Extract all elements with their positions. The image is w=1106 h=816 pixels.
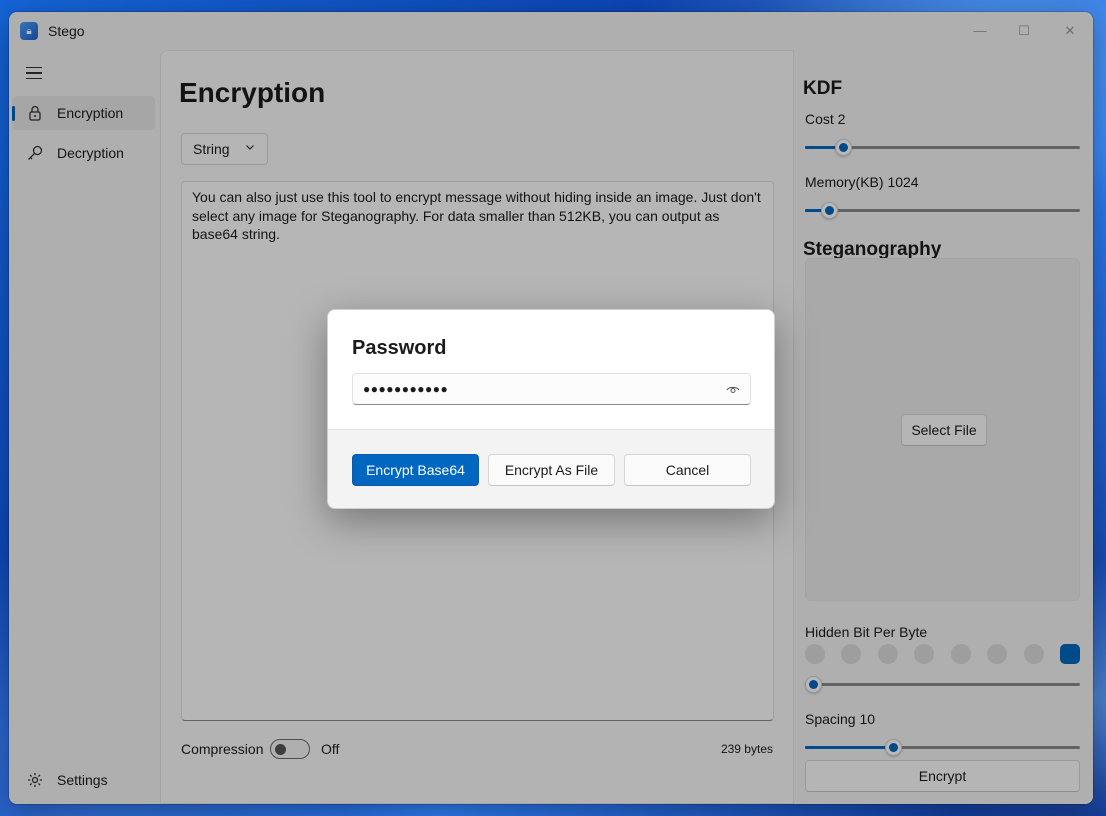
password-value: ●●●●●●●●●●● (363, 382, 449, 396)
cancel-button[interactable]: Cancel (624, 454, 751, 486)
reveal-password-icon[interactable] (726, 383, 740, 395)
password-input[interactable]: ●●●●●●●●●●● (352, 373, 751, 405)
encrypt-as-file-button[interactable]: Encrypt As File (488, 454, 615, 486)
dialog-title: Password (352, 337, 447, 359)
dialog-footer: Encrypt Base64 Encrypt As File Cancel (328, 429, 774, 508)
encrypt-base64-button[interactable]: Encrypt Base64 (352, 454, 479, 486)
password-dialog: Password ●●●●●●●●●●● Encrypt Base64 Encr… (327, 309, 775, 509)
